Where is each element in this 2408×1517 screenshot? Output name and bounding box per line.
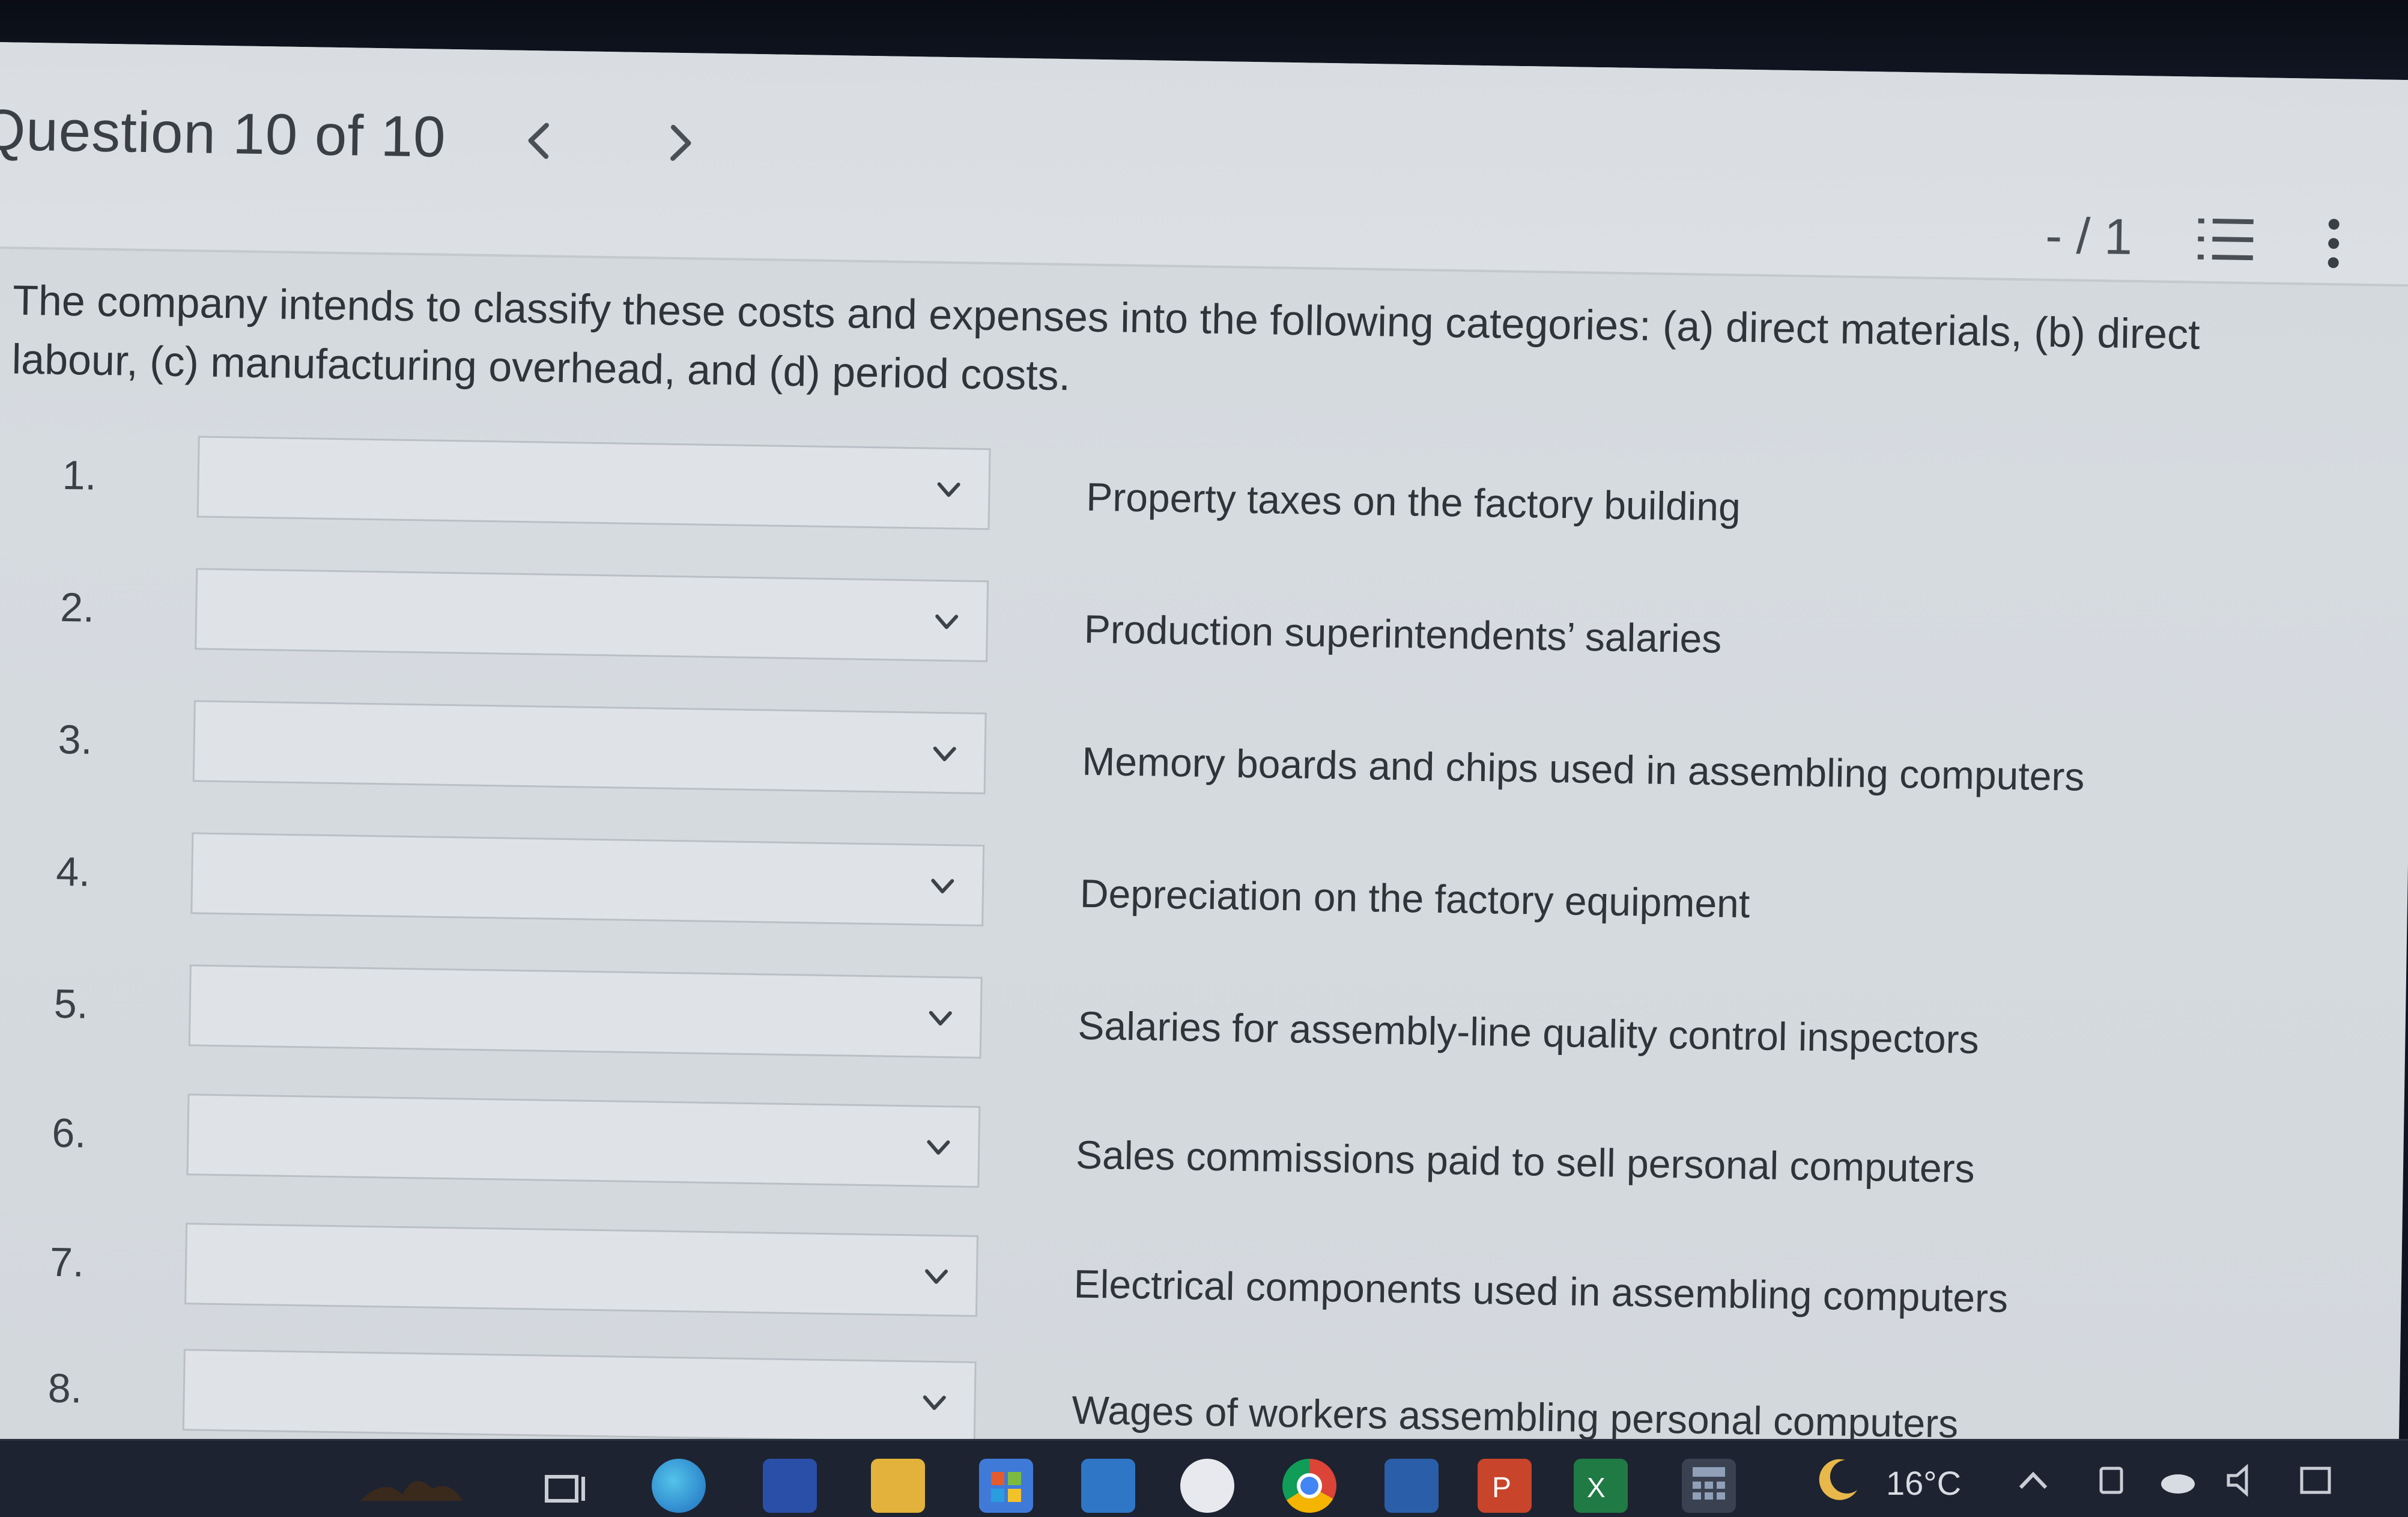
chevron-down-icon [925, 1269, 948, 1284]
category-select-5[interactable] [188, 964, 983, 1059]
task-view-icon[interactable] [541, 1459, 595, 1513]
chevron-right-icon [670, 124, 691, 161]
excel-icon[interactable]: X [1574, 1459, 1628, 1513]
item-number: 1. [62, 452, 97, 499]
weather-temperature[interactable]: 16°C [1886, 1464, 1961, 1503]
category-select-2[interactable] [195, 568, 989, 663]
question-instructions: The company intends to classify these co… [11, 276, 2201, 400]
weather-moon-icon [1819, 1459, 1857, 1500]
chrome-icon[interactable] [1282, 1459, 1336, 1513]
item-number: 5. [53, 980, 89, 1027]
more-options-button[interactable] [2321, 213, 2346, 274]
chevron-up-icon[interactable] [2012, 1462, 2054, 1498]
chevron-down-icon [931, 878, 954, 893]
photos-icon[interactable] [1384, 1459, 1439, 1513]
list-item: 1. Property taxes on the factory buildin… [0, 433, 2390, 567]
onedrive-cloud-icon[interactable] [2156, 1462, 2198, 1498]
chevron-down-icon [929, 1011, 952, 1026]
svg-text:X: X [1587, 1472, 1606, 1503]
screen: Question 10 of 10 - / 1 The company inte… [0, 0, 2408, 1517]
question-list-button[interactable] [2195, 213, 2256, 268]
taskbar: P X 16°C [0, 1439, 2408, 1517]
next-question-button[interactable] [662, 119, 699, 168]
chevron-down-icon [927, 1140, 950, 1155]
list-item: 6. Sales commissions paid to sell person… [0, 1090, 2380, 1224]
category-select-6[interactable] [186, 1093, 981, 1188]
store-icon[interactable] [763, 1459, 817, 1513]
category-select-3[interactable] [192, 700, 987, 795]
notification-icon[interactable] [2294, 1462, 2337, 1498]
cost-item-label: Property taxes on the factory building [1085, 474, 1741, 529]
question-title: Question 10 of 10 [0, 97, 447, 169]
cost-item-label: Wages of workers assembling personal com… [1071, 1387, 1959, 1446]
cost-item-label: Depreciation on the factory equipment [1079, 871, 1750, 926]
calculator-icon[interactable] [1682, 1459, 1736, 1513]
chevron-down-icon [937, 482, 960, 497]
chevron-down-icon [935, 614, 959, 630]
quiz-page: Question 10 of 10 - / 1 The company inte… [0, 42, 2408, 1486]
category-select-1[interactable] [196, 436, 991, 530]
cost-item-label: Sales commissions paid to sell personal … [1075, 1132, 1976, 1191]
bird-icon [360, 1481, 462, 1501]
previous-question-button[interactable] [521, 117, 557, 165]
item-number: 2. [59, 584, 95, 631]
more-vertical-icon [2328, 219, 2340, 269]
category-select-4[interactable] [190, 832, 985, 927]
item-number: 8. [47, 1365, 83, 1412]
cost-item-label: Electrical components used in assembling… [1073, 1261, 2009, 1321]
taskbar-widget-bird-icon[interactable] [348, 1459, 469, 1513]
mail-icon[interactable] [1081, 1459, 1135, 1513]
cost-item-label: Salaries for assembly-line quality contr… [1077, 1003, 1980, 1062]
item-number: 4. [55, 848, 91, 895]
cost-item-label: Production superintendents’ salaries [1084, 606, 1722, 661]
chevron-down-icon [933, 746, 956, 762]
score-display: - / 1 [2045, 207, 2133, 265]
meet-now-icon[interactable] [2090, 1462, 2132, 1498]
list-item: 3. Memory boards and chips used in assem… [0, 697, 2386, 831]
cost-item-label: Memory boards and chips used in assembli… [1081, 738, 2085, 799]
category-select-8[interactable] [182, 1349, 977, 1443]
list-item: 5. Salaries for assembly-line quality co… [0, 961, 2382, 1095]
list-item: 2. Production superintendents’ salaries [0, 565, 2388, 699]
brave-icon[interactable] [1180, 1459, 1234, 1513]
question-header: Question 10 of 10 - / 1 [0, 42, 2408, 287]
category-select-7[interactable] [184, 1223, 979, 1317]
powerpoint-icon[interactable]: P [1478, 1459, 1532, 1513]
list-item: 7. Electrical components used in assembl… [0, 1220, 2378, 1354]
volume-icon[interactable] [2222, 1462, 2264, 1498]
item-number: 3. [58, 716, 93, 763]
svg-text:P: P [1492, 1472, 1511, 1504]
edge-icon[interactable] [652, 1459, 706, 1513]
item-number: 6. [51, 1110, 86, 1157]
chevron-left-icon [528, 123, 549, 159]
file-explorer-icon[interactable] [871, 1459, 925, 1513]
chevron-down-icon [923, 1395, 946, 1410]
item-number: 7. [49, 1239, 85, 1286]
windows-store-icon[interactable] [979, 1459, 1033, 1513]
numbered-list-icon [2197, 218, 2254, 261]
list-item: 4. Depreciation on the factory equipment [0, 829, 2384, 963]
